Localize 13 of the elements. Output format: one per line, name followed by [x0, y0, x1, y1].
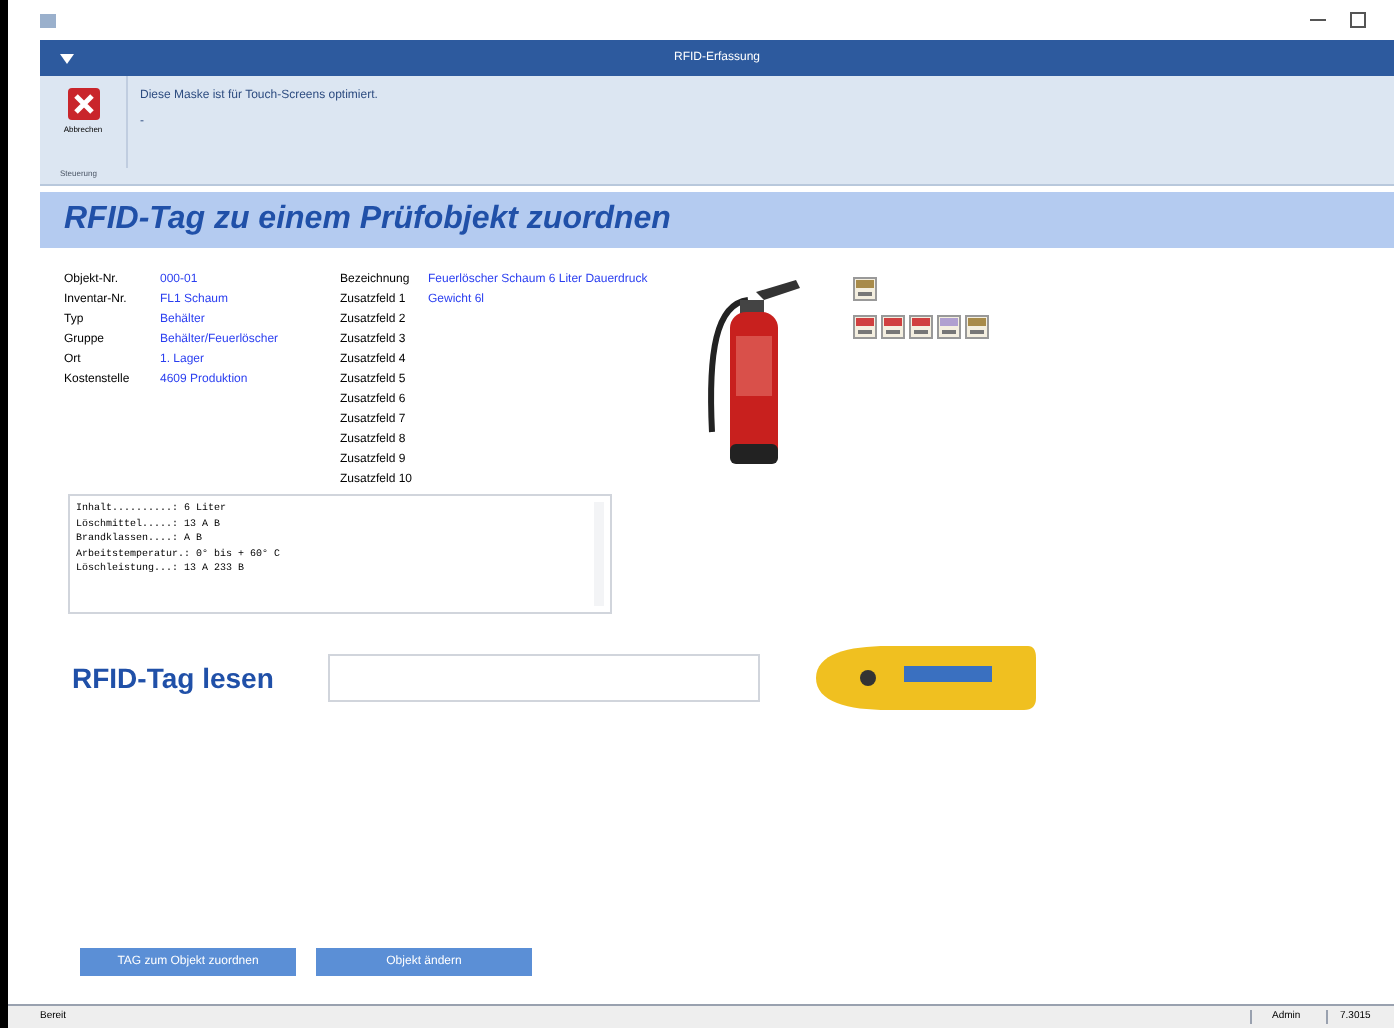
- document-icon[interactable]: [880, 314, 906, 340]
- page-heading: RFID-Tag zu einem Prüfobjekt zuordnen: [64, 200, 671, 240]
- rfid-label: RFID-Tag lesen: [72, 659, 276, 698]
- document-icon[interactable]: [908, 314, 934, 340]
- maximize-icon[interactable]: [1350, 12, 1366, 28]
- document-icon[interactable]: [936, 314, 962, 340]
- close-icon: [67, 88, 99, 120]
- document-icon[interactable]: [852, 314, 878, 340]
- document-icon[interactable]: [964, 314, 990, 340]
- menu-caret-icon[interactable]: [60, 53, 74, 63]
- app-icon: [40, 13, 56, 27]
- document-icon[interactable]: [852, 276, 878, 302]
- rfid-input-field[interactable]: [328, 654, 760, 702]
